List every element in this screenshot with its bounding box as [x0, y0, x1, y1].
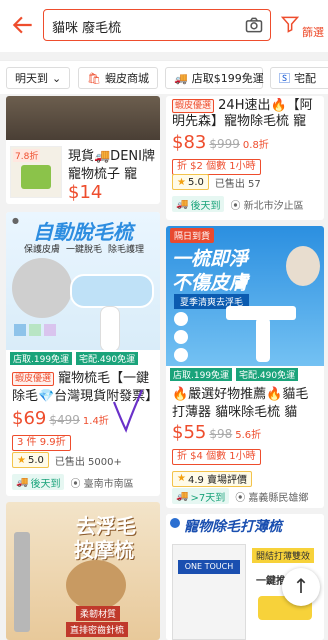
product-card-auto-brush[interactable]: ● 自動脫毛梳 保護皮膚 一鍵脫毛 除毛護理 店取.199免運 宅配.490免運… — [6, 212, 160, 496]
filter-chip-label: 蝦皮商城 — [104, 72, 149, 85]
image-sub: 保護皮膚 — [24, 245, 61, 255]
image-title: 不傷皮膚 — [172, 272, 249, 294]
shipping-eta: >7天到 — [190, 492, 226, 504]
image-top-tag: 隔日到貨 — [170, 228, 215, 243]
image-sub: 一鍵脫毛 — [66, 245, 103, 255]
product-price: $14 — [68, 182, 103, 203]
star-icon: ★ — [17, 454, 26, 466]
product-card-ahming[interactable]: 蝦皮優選 24H速出🔥【阿明先森】寵物除毛梳 寵物... $83 $999 0.… — [166, 96, 324, 220]
product-image: 隔日到貨 一梳即淨 不傷皮膚 夏季清爽去浮毛 — [166, 226, 324, 382]
star-icon: ★ — [177, 473, 186, 484]
product-card-deni[interactable]: 7.8折 現貨🚚DENI牌 寵物梳子 寵物... $14 — [6, 96, 160, 204]
image-title: 按摩梳 — [74, 538, 134, 562]
product-card-thinning-comb[interactable]: 隔日到貨 一梳即淨 不傷皮膚 夏季清爽去浮毛 店取.199免運 宅配.490免運… — [166, 226, 324, 508]
filter-chip-label: 明天到 — [15, 72, 48, 85]
image-sub: 柔韌材質 — [76, 606, 121, 621]
image-sub: 直排密齒針梳 — [66, 622, 129, 637]
shipping-eta: 後天到 — [190, 200, 221, 212]
preferred-badge: 蝦皮優選 — [172, 98, 215, 113]
image-sub: 開結打薄雙效 — [252, 548, 315, 563]
product-card-thinning-brush[interactable]: 寵物除毛打薄梳 開結打薄雙效 ONE TOUCH 一鍵推 ↑ — [166, 514, 324, 640]
image-title: 寵物除毛打薄梳 — [184, 519, 282, 535]
shipping-badge: 🚚 >7天到 — [172, 488, 230, 504]
handwritten-check-mark — [112, 389, 144, 433]
filter-chip-mall[interactable]: 🛍 蝦皮商城 — [78, 67, 158, 89]
image-title: 自動脫毛梳 — [33, 220, 133, 244]
original-price: $999 — [209, 137, 240, 151]
shipping-eta: 後天到 — [30, 478, 61, 490]
product-price: $69 — [12, 408, 47, 429]
sold-count: 已售出 5000+ — [54, 456, 122, 468]
image-ship-tag: 宅配.490免運 — [76, 351, 139, 365]
delivery-icon: 🅂 — [279, 72, 290, 85]
location-pin-icon: ⦿ — [230, 200, 241, 212]
original-price: $98 — [209, 427, 233, 441]
image-sub: 除毛護理 — [108, 245, 145, 255]
mall-bag-icon: 🛍 — [87, 71, 101, 85]
chevron-down-icon: ⌄ — [52, 71, 62, 85]
rating-badge: ★ 5.0 — [12, 452, 49, 468]
image-title: 一梳即淨 — [172, 248, 249, 270]
location-text: 新北市汐止區 — [243, 200, 304, 212]
shipping-badge: 🚚 後天到 — [12, 474, 65, 490]
discount-rate: 1.4折 — [82, 416, 109, 427]
product-thumb: 7.8折 — [10, 146, 62, 198]
location-text: 臺南市南區 — [83, 478, 134, 490]
image-brand: ONE TOUCH — [178, 560, 240, 574]
arrow-up-icon: ↑ — [292, 574, 310, 598]
image-ship-tag: 店取.199免運 — [10, 351, 73, 365]
scroll-to-top-button[interactable]: ↑ — [282, 568, 320, 606]
rating-value: 5.0 — [187, 176, 204, 188]
discount-rate: 5.6折 — [235, 430, 262, 441]
product-image: ● 自動脫毛梳 保護皮膚 一鍵脫毛 除毛護理 — [6, 212, 160, 366]
location: ⦿ 臺南市南區 — [70, 475, 133, 490]
star-icon: ★ — [177, 176, 186, 188]
discount-rate: 0.8折 — [242, 140, 269, 151]
camera-icon[interactable] — [244, 15, 264, 35]
promo-tag: 3 件 9.9折 — [12, 435, 71, 451]
location-pin-icon: ⦿ — [70, 478, 81, 490]
filter-chip-label: 店取$199免運 — [191, 72, 264, 85]
filter-chip-label: 宅配 — [294, 72, 316, 85]
product-image — [6, 96, 160, 140]
sold-count: 已售出 57 — [214, 178, 261, 190]
back-arrow-icon[interactable] — [10, 12, 36, 38]
filter-chip-home-delivery[interactable]: 🅂 宅配 — [270, 67, 328, 89]
rating-value: 5.0 — [27, 454, 44, 466]
coupon-tag: 折 $2 個數 1小時 — [172, 159, 261, 175]
location-text: 嘉義縣民雄鄉 — [248, 492, 309, 504]
filter-button[interactable]: 篩選 — [278, 8, 326, 48]
sale-tag: 7.8折 — [13, 149, 41, 162]
filter-chip-tomorrow[interactable]: 明天到 ⌄ — [6, 67, 70, 89]
top-bar: 貓咪 廢毛梳 篩選 — [0, 0, 328, 52]
location: ⦿ 新北市汐止區 — [230, 197, 303, 212]
image-ship-tag: 宅配.490免運 — [236, 367, 299, 381]
image-ship-tag: 店取.199免運 — [170, 367, 233, 381]
original-price: $499 — [49, 413, 80, 427]
product-image: 去浮毛 按摩梳 柔韌材質 直排密齒針梳 — [6, 502, 160, 640]
coupon-tag: 折 $4 個數 1小時 — [172, 449, 261, 465]
filter-bar: 明天到 ⌄ 🛍 蝦皮商城 🚚 店取$199免運 🅂 宅配 — [0, 60, 328, 94]
product-card-massage-comb[interactable]: 去浮毛 按摩梳 柔韌材質 直排密齒針梳 — [6, 502, 160, 640]
rating-badge: ★ 5.0 — [172, 174, 209, 190]
truck-icon: 🚚 — [174, 71, 188, 85]
preferred-badge: 蝦皮優選 — [12, 371, 55, 386]
shipping-badge: 🚚 後天到 — [172, 196, 225, 212]
product-price: $55 — [172, 422, 207, 443]
search-input[interactable]: 貓咪 廢毛梳 — [43, 9, 271, 41]
product-title: 🔥嚴選好物推薦🔥貓毛打薄器 貓咪除毛梳 貓咪... — [172, 387, 309, 420]
product-title: 現貨🚚DENI牌 寵物梳子 寵物... — [68, 149, 155, 182]
location-pin-icon: ⦿ — [235, 492, 246, 504]
product-price: $83 — [172, 132, 207, 153]
truck-icon: 🚚 — [176, 198, 189, 210]
search-query: 貓咪 廢毛梳 — [52, 21, 122, 36]
filter-chip-store-pickup[interactable]: 🚚 店取$199免運 — [165, 67, 264, 89]
truck-icon: 🚚 — [16, 476, 29, 488]
rating-badge: ★ 4.9 賣場評價 — [172, 470, 253, 487]
location: ⦿ 嘉義縣民雄鄉 — [235, 489, 308, 504]
filter-label: 篩選 — [302, 26, 324, 39]
truck-icon: 🚚 — [176, 490, 189, 502]
rating-value: 4.9 賣場評價 — [187, 475, 248, 486]
